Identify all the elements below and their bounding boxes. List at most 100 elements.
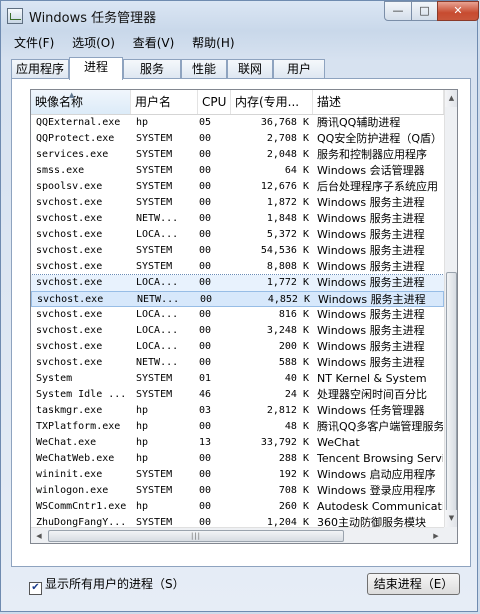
table-row[interactable]: wininit.exe SYSTEM 00 192 K Windows 启动应用程序: [31, 467, 444, 483]
cell-desc: Tencent Browsing Service: [317, 452, 443, 465]
table-row[interactable]: winlogon.exe SYSTEM 00 708 K Windows 登录应用程序: [31, 483, 444, 499]
cell-desc: WeChat: [317, 436, 360, 449]
checkbox-checked-icon[interactable]: ✔: [29, 582, 42, 595]
minimize-button[interactable]: —: [384, 1, 412, 21]
tab-performance[interactable]: 性能: [181, 59, 227, 79]
table-row[interactable]: services.exe SYSTEM 00 2,048 K 服务和控制器应用程序: [31, 147, 444, 163]
cell-cpu: 00: [199, 277, 212, 288]
cell-desc: Windows 登录应用程序: [317, 484, 436, 497]
cell-name: services.exe: [36, 149, 109, 160]
show-all-users-checkbox[interactable]: ✔ 显示所有用户的进程（S）: [29, 575, 185, 595]
cell-user: hp: [136, 437, 149, 448]
process-list[interactable]: ▲ 映像名称 用户名 CPU 内存(专用... 描述 QQExternal.ex…: [30, 89, 458, 544]
cell-desc: Windows 服务主进程: [317, 340, 425, 353]
column-user-name[interactable]: 用户名: [131, 90, 198, 114]
horizontal-scrollbar[interactable]: ◀ ||| ▶: [31, 527, 444, 543]
column-cpu[interactable]: CPU: [198, 90, 231, 114]
show-all-users-label: 显示所有用户的进程（S）: [45, 577, 185, 591]
cell-name: svchost.exe: [36, 341, 103, 352]
tab-services[interactable]: 服务: [123, 59, 181, 79]
menu-help[interactable]: 帮助(H): [187, 32, 239, 53]
table-row[interactable]: svchost.exe LOCA... 00 1,772 K Windows 服务主进程: [31, 274, 445, 292]
cell-name: WeChatWeb.exe: [36, 453, 115, 464]
scrollbar-corner: [444, 527, 457, 543]
table-row[interactable]: QQExternal.exe hp 05 36,768 K 腾讯QQ辅助进程: [31, 115, 444, 131]
cell-desc: Windows 任务管理器: [317, 404, 425, 417]
cell-name: svchost.exe: [36, 197, 103, 208]
table-row[interactable]: System SYSTEM 01 40 K NT Kernel & System: [31, 371, 444, 387]
vertical-scrollbar[interactable]: ▲ ▼: [444, 90, 457, 527]
table-row[interactable]: svchost.exe NETW... 00 588 K Windows 服务主进程: [31, 355, 444, 371]
cell-cpu: 03: [199, 405, 212, 416]
close-button[interactable]: ✕: [437, 1, 479, 21]
column-description[interactable]: 描述: [313, 90, 444, 114]
table-row[interactable]: svchost.exe LOCA... 00 5,372 K Windows 服务主进程: [31, 227, 444, 243]
table-row[interactable]: svchost.exe NETW... 00 4,852 K Windows 服务主进程: [31, 291, 444, 307]
cell-user: SYSTEM: [136, 373, 173, 384]
scroll-up-arrow-icon[interactable]: ▲: [445, 90, 457, 107]
tab-networking[interactable]: 联网: [227, 59, 273, 79]
table-row[interactable]: svchost.exe NETW... 00 1,848 K Windows 服务主进程: [31, 211, 444, 227]
table-row[interactable]: svchost.exe SYSTEM 00 8,808 K Windows 服务主进程: [31, 259, 444, 275]
cell-user: NETW...: [136, 357, 179, 368]
cell-cpu: 00: [199, 469, 212, 480]
cell-cpu: 00: [199, 133, 212, 144]
cell-mem: 12,676 K: [260, 181, 309, 192]
tab-processes[interactable]: 进程: [69, 57, 123, 80]
title-bar[interactable]: Windows 任务管理器 — □ ✕: [1, 1, 479, 31]
table-row[interactable]: taskmgr.exe hp 03 2,812 K Windows 任务管理器: [31, 403, 444, 419]
cell-user: LOCA...: [136, 277, 179, 288]
cell-mem: 36,768 K: [260, 117, 309, 128]
process-rows: QQExternal.exe hp 05 36,768 K 腾讯QQ辅助进程 QQProt…: [31, 115, 445, 531]
menu-file[interactable]: 文件(F): [9, 32, 59, 53]
table-row[interactable]: System Idle ... SYSTEM 46 24 K 处理器空闲时间百分比: [31, 387, 444, 403]
cell-name: svchost.exe: [36, 213, 103, 224]
table-row[interactable]: smss.exe SYSTEM 00 64 K Windows 会话管理器: [31, 163, 444, 179]
maximize-button[interactable]: □: [411, 1, 438, 21]
table-row[interactable]: svchost.exe LOCA... 00 200 K Windows 服务主进程: [31, 339, 444, 355]
tab-users[interactable]: 用户: [273, 59, 325, 79]
scroll-right-arrow-icon[interactable]: ▶: [428, 528, 444, 543]
cell-cpu: 00: [199, 485, 212, 496]
tab-applications[interactable]: 应用程序: [11, 59, 69, 79]
cell-user: SYSTEM: [136, 485, 173, 496]
table-row[interactable]: WSCommCntr1.exe hp 00 260 K Autodesk Communi…: [31, 499, 444, 515]
menu-bar: 文件(F) 选项(O) 查看(V) 帮助(H): [9, 32, 244, 52]
cell-user: SYSTEM: [136, 469, 173, 480]
table-row[interactable]: WeChatWeb.exe hp 00 288 K Tencent Browsing S…: [31, 451, 444, 467]
menu-options[interactable]: 选项(O): [67, 32, 120, 53]
table-row[interactable]: spoolsv.exe SYSTEM 00 12,676 K 后台处理程序子系统应用: [31, 179, 444, 195]
cell-user: LOCA...: [136, 341, 179, 352]
table-row[interactable]: WeChat.exe hp 13 33,792 K WeChat: [31, 435, 444, 451]
cell-desc: Windows 服务主进程: [318, 293, 426, 306]
cell-name: svchost.exe: [36, 277, 103, 288]
menu-view[interactable]: 查看(V): [128, 32, 180, 53]
column-memory[interactable]: 内存(专用...: [231, 90, 313, 114]
end-process-button[interactable]: 结束进程（E）: [367, 573, 460, 595]
table-row[interactable]: svchost.exe SYSTEM 00 1,872 K Windows 服务主进程: [31, 195, 444, 211]
column-image-name[interactable]: ▲ 映像名称: [31, 90, 131, 114]
cell-user: NETW...: [136, 213, 179, 224]
cell-desc: 服务和控制器应用程序: [317, 148, 427, 161]
cell-user: NETW...: [137, 294, 180, 305]
table-row[interactable]: QQProtect.exe SYSTEM 00 2,708 K QQ安全防护进程（Q盾）: [31, 131, 444, 147]
cell-cpu: 00: [199, 245, 212, 256]
table-row[interactable]: svchost.exe LOCA... 00 816 K Windows 服务主进程: [31, 307, 444, 323]
scroll-down-arrow-icon[interactable]: ▼: [445, 510, 457, 527]
cell-name: TXPlatform.exe: [36, 421, 121, 432]
cell-cpu: 00: [199, 341, 212, 352]
cell-user: LOCA...: [136, 325, 179, 336]
table-row[interactable]: svchost.exe LOCA... 00 3,248 K Windows 服务主进程: [31, 323, 444, 339]
cell-cpu: 00: [199, 229, 212, 240]
vertical-scroll-thumb[interactable]: [446, 272, 457, 524]
scroll-left-arrow-icon[interactable]: ◀: [31, 528, 47, 543]
horizontal-scroll-thumb[interactable]: |||: [48, 530, 344, 542]
cell-mem: 2,048 K: [266, 149, 309, 160]
table-row[interactable]: svchost.exe SYSTEM 00 54,536 K Windows 服务主进程: [31, 243, 444, 259]
cell-name: WeChat.exe: [36, 437, 97, 448]
cell-mem: 48 K: [284, 421, 309, 432]
cell-user: SYSTEM: [136, 149, 173, 160]
processes-panel: ▲ 映像名称 用户名 CPU 内存(专用... 描述 QQExternal.ex…: [11, 78, 471, 567]
table-row[interactable]: TXPlatform.exe hp 00 48 K 腾讯QQ多客户端管理服务: [31, 419, 444, 435]
cell-name: System: [36, 373, 73, 384]
